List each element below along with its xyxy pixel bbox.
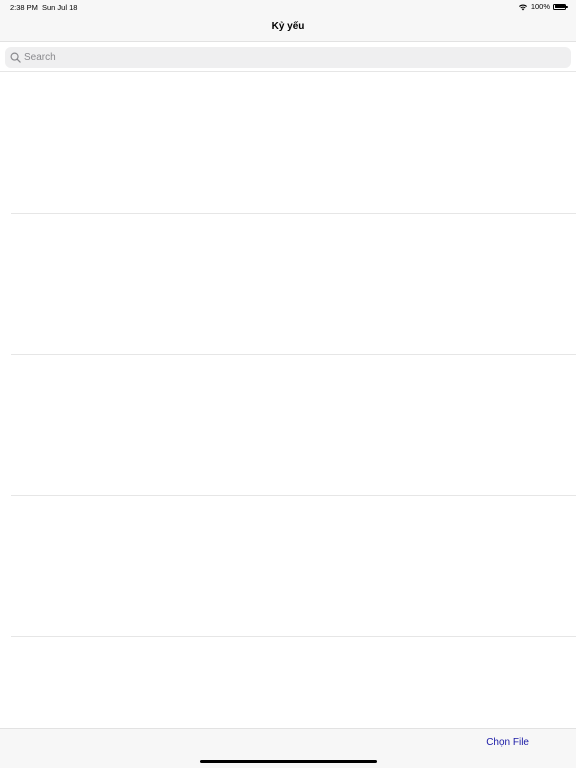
search-field[interactable] (5, 47, 571, 68)
page-title: Kỷ yếu (271, 21, 305, 32)
list-item[interactable] (0, 637, 576, 728)
list-item[interactable] (0, 73, 576, 214)
battery-level (554, 5, 565, 8)
search-bar (0, 42, 576, 72)
list-item[interactable] (0, 355, 576, 496)
search-input[interactable] (24, 52, 554, 63)
file-list (0, 73, 576, 728)
navigation-bar: Kỷ yếu (0, 14, 576, 42)
status-date: Sun Jul 18 (42, 3, 78, 12)
battery-icon (553, 3, 568, 10)
status-indicators: 100% (518, 2, 568, 11)
status-bar: 2:38 PM Sun Jul 18 100% (0, 0, 576, 14)
list-item[interactable] (0, 214, 576, 355)
status-time: 2:38 PM (10, 3, 38, 12)
choose-file-button[interactable]: Chọn File (486, 737, 529, 748)
home-indicator (200, 760, 377, 763)
wifi-icon (518, 4, 527, 10)
battery-percent: 100% (530, 2, 550, 11)
search-icon (10, 52, 21, 63)
list-item[interactable] (0, 496, 576, 637)
